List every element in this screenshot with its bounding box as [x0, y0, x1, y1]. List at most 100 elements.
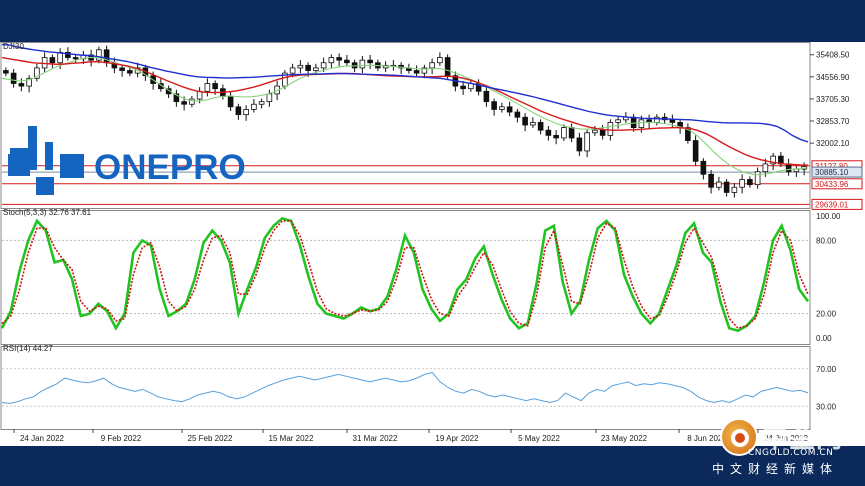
- candle-body: [514, 111, 521, 118]
- candle-body: [49, 57, 56, 64]
- x-tick-label: 19 Apr 2022: [435, 434, 479, 443]
- candle-body: [731, 186, 738, 193]
- stoch-tick-label: 0.00: [816, 334, 832, 343]
- candle-body: [530, 122, 536, 126]
- candle-body: [127, 70, 133, 74]
- price-tick-label: 34556.90: [816, 73, 850, 82]
- stoch-pane[interactable]: [0, 216, 810, 333]
- candle-body: [747, 179, 753, 186]
- price-tick-label: 33705.30: [816, 95, 850, 104]
- candle-body: [344, 59, 350, 64]
- rsi-line: [1, 371, 809, 404]
- current-price-label: 30885.10: [815, 168, 849, 177]
- candle-body: [522, 116, 528, 126]
- stoch-tick-label: 80.00: [816, 236, 837, 245]
- candle-body: [537, 122, 544, 131]
- candle-body: [615, 119, 621, 123]
- top-banner: [0, 0, 865, 42]
- x-tick-label: 5 May 2022: [518, 434, 560, 443]
- price-tick-label: 35408.50: [816, 51, 850, 60]
- candle-body: [499, 106, 505, 110]
- candle-body: [460, 85, 466, 90]
- candle-body: [669, 119, 676, 123]
- candle-body: [785, 163, 792, 173]
- cngold-watermark: 中金网 CNGOLD.COM.CN 中文财经新媒体: [712, 414, 865, 486]
- candle-body: [638, 119, 645, 128]
- candle-body: [313, 67, 319, 71]
- candle-body: [716, 181, 722, 188]
- rsi-title: RSI(14) 44.27: [3, 344, 53, 353]
- stoch-tick-label: 100.00: [816, 212, 841, 221]
- symbol-label: DJI30.: [3, 42, 26, 51]
- candle-body: [181, 101, 187, 105]
- candle-body: [708, 173, 714, 188]
- watermark-tagline: 中文财经新媒体: [712, 462, 839, 476]
- candle-body: [723, 181, 730, 193]
- candle-body: [413, 70, 420, 74]
- x-tick-label: 9 Feb 2022: [101, 434, 142, 443]
- candle-body: [297, 64, 304, 69]
- candle-body: [762, 163, 769, 173]
- candle-body: [119, 67, 125, 71]
- x-tick-label: 25 Feb 2022: [188, 434, 233, 443]
- candle-body: [57, 51, 63, 64]
- stoch-title: Stoch(5,3,3) 32.76 37.61: [3, 208, 92, 217]
- candle-body: [568, 127, 575, 139]
- candle-body: [506, 106, 513, 113]
- candle-body: [328, 57, 335, 64]
- candle-body: [235, 106, 242, 116]
- candle-body: [553, 134, 559, 139]
- candle-body: [18, 83, 25, 87]
- candle-body: [429, 62, 435, 69]
- candle-body: [607, 122, 614, 136]
- candle-body: [227, 96, 234, 108]
- candle-body: [3, 70, 9, 74]
- candle-body: [336, 57, 342, 61]
- candle-body: [545, 129, 552, 136]
- candle-body: [692, 140, 699, 162]
- candle-body: [305, 64, 311, 71]
- candle-body: [289, 67, 296, 74]
- candle-body: [592, 129, 598, 134]
- onepro-logo: ONEPRO: [8, 126, 246, 195]
- candle-body: [10, 72, 17, 84]
- onepro-wordmark: ONEPRO: [94, 148, 246, 187]
- candle-body: [258, 101, 265, 105]
- rsi-pane[interactable]: [1, 368, 810, 407]
- candle-body: [437, 57, 443, 64]
- candle-body: [243, 109, 249, 116]
- candle-body: [189, 98, 195, 105]
- candle-body: [599, 129, 606, 136]
- price-tick-label: 32853.70: [816, 117, 850, 126]
- x-tick-label: 31 Mar 2022: [353, 434, 398, 443]
- candle-body: [266, 93, 273, 103]
- x-tick-label: 15 Mar 2022: [269, 434, 314, 443]
- x-tick-label: 24 Jan 2022: [20, 434, 65, 443]
- candle-body: [576, 137, 583, 152]
- x-tick-label: 23 May 2022: [601, 434, 648, 443]
- candle-body: [251, 103, 257, 110]
- rsi-tick-label: 30.00: [816, 402, 837, 411]
- level-label: 30433.96: [815, 180, 849, 189]
- candle-body: [359, 59, 366, 69]
- level-label: 29639.01: [815, 200, 849, 209]
- watermark-domain: CNGOLD.COM.CN: [748, 448, 834, 458]
- rsi-tick-label: 70.00: [816, 365, 837, 374]
- candle-body: [367, 59, 373, 64]
- stoch-tick-label: 20.00: [816, 310, 837, 319]
- candle-body: [491, 101, 497, 110]
- price-tick-label: 32002.10: [816, 139, 850, 148]
- price-chart[interactable]: 35408.50 34556.90 33705.30 32853.70 32002.10…: [0, 42, 865, 446]
- candle-body: [483, 90, 490, 103]
- candle-body: [444, 57, 451, 77]
- candle-body: [72, 57, 79, 60]
- candle-body: [561, 127, 567, 139]
- candle-body: [754, 171, 761, 186]
- candle-body: [739, 179, 745, 188]
- candle-body: [320, 62, 327, 69]
- candle-body: [700, 160, 707, 175]
- candle-body: [584, 132, 590, 152]
- axes: 35408.50 34556.90 33705.30 32853.70 32002.10…: [0, 42, 863, 443]
- candle-body: [204, 83, 211, 92]
- candle-body: [212, 83, 218, 90]
